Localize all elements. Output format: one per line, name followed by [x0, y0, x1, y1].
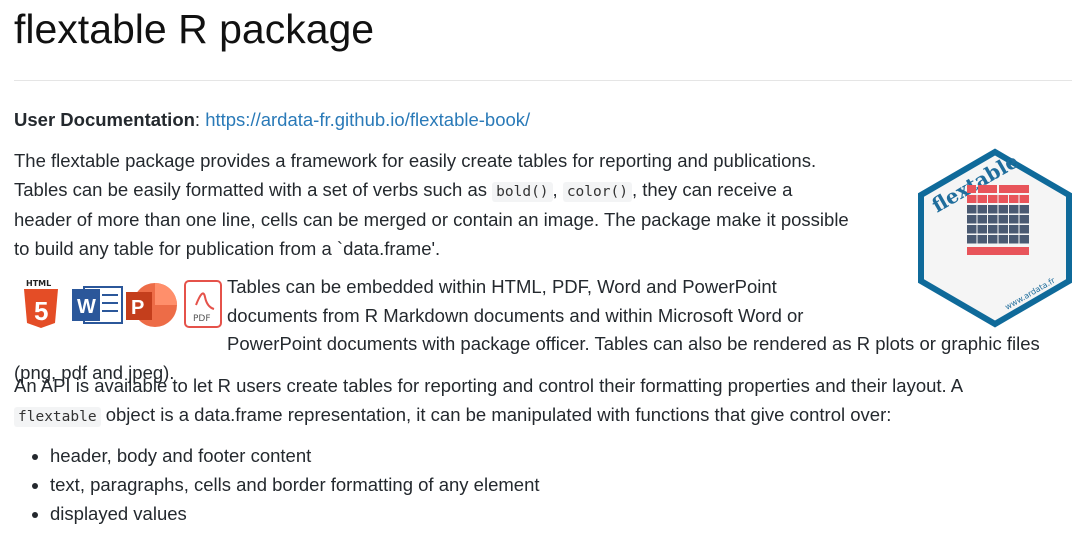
doc-link[interactable]: https://ardata-fr.github.io/flextable-bo…: [205, 109, 530, 130]
doc-label: User Documentation: [14, 109, 195, 130]
list-item: header, body and footer content: [50, 441, 540, 470]
feature-list: header, body and footer content text, pa…: [20, 441, 540, 528]
format-icons: HTML 5 W P PDF: [14, 275, 227, 331]
word-icon: W: [72, 286, 123, 324]
text: The flextable package provides a framewo…: [14, 150, 817, 171]
code-bold: bold(): [492, 181, 553, 202]
embed-paragraph: HTML 5 W P PDF Tables can be embedded wi…: [14, 273, 1084, 387]
svg-text:5: 5: [34, 296, 48, 326]
list-item: displayed values: [50, 499, 540, 528]
svg-text:W: W: [77, 296, 96, 318]
text: header of more than one line, cells can …: [14, 209, 849, 230]
text: Tables can be embedded within HTML, PDF,…: [227, 276, 777, 297]
text: object is a data.frame representation, i…: [100, 403, 892, 425]
text: documents from R Markdown documents and …: [227, 304, 804, 326]
text: to build any table for publication from …: [14, 237, 441, 259]
powerpoint-icon: P: [126, 283, 177, 327]
text: , they can receive a: [631, 178, 793, 200]
text: Tables can be easily formatted with a se…: [14, 178, 493, 200]
text: ,: [552, 178, 563, 200]
doc-sep: :: [194, 109, 206, 130]
svg-text:P: P: [131, 297, 144, 319]
code-flextable: flextable: [14, 406, 101, 427]
doc-line: User Documentation: https://ardata-fr.gi…: [14, 106, 1084, 135]
text: An API is available to let R users creat…: [14, 375, 964, 396]
api-paragraph: An API is available to let R users creat…: [14, 372, 1084, 431]
html5-icon: HTML 5: [24, 279, 58, 328]
svg-text:HTML: HTML: [26, 279, 51, 288]
svg-text:PDF: PDF: [193, 314, 211, 324]
list-item: text, paragraphs, cells and border forma…: [50, 470, 540, 499]
page-title: flextable R package: [14, 6, 375, 52]
divider: [14, 80, 1072, 81]
intro-paragraph: The flextable package provides a framewo…: [14, 147, 914, 263]
pdf-icon: PDF: [184, 280, 222, 328]
code-color: color(): [562, 181, 632, 202]
